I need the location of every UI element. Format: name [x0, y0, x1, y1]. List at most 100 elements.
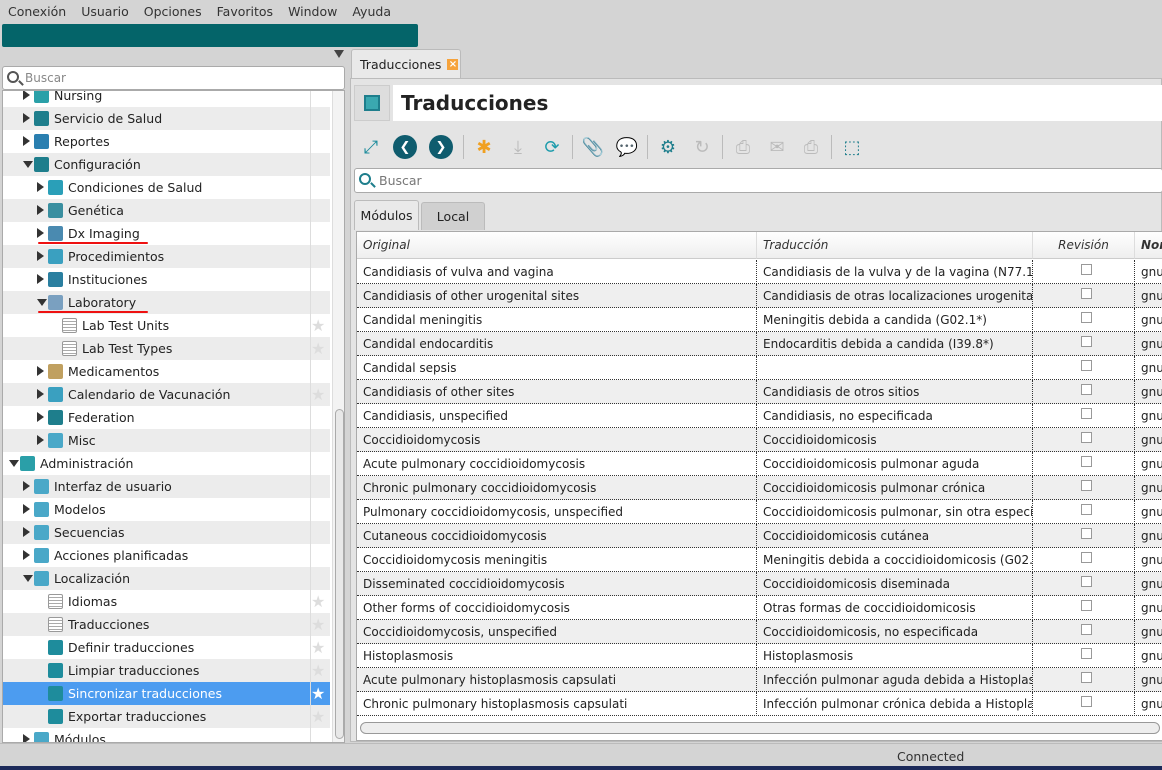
email-icon[interactable]: ✉	[763, 133, 791, 161]
collapse-arrow-icon[interactable]	[23, 161, 33, 168]
menu-favoritos[interactable]: Favoritos	[217, 4, 273, 19]
cell-original[interactable]: Chronic pulmonary coccidioidomycosis	[357, 476, 757, 500]
table-row[interactable]: Chronic pulmonary coccidioidomycosis Cocc…	[357, 476, 1162, 500]
table-row[interactable]: Coccidioidomycosis Coccidioidomicosis gnu	[357, 428, 1162, 452]
cell-original[interactable]: Coccidioidomycosis, unspecified	[357, 620, 757, 644]
column-header-original[interactable]: Original	[357, 232, 757, 259]
expand-arrow-icon[interactable]	[37, 228, 44, 238]
sidebar-item[interactable]: Condiciones de Salud	[3, 176, 330, 199]
table-row[interactable]: Candidal sepsis gnu	[357, 356, 1162, 380]
table-row[interactable]: Coccidioidomycosis meningitis Meningitis …	[357, 548, 1162, 572]
cell-nombre[interactable]: gnu	[1135, 524, 1162, 548]
sidebar-item[interactable]: Procedimientos	[3, 245, 330, 268]
cell-revision[interactable]	[1033, 596, 1135, 620]
sidebar-item[interactable]: Medicamentos	[3, 360, 330, 383]
cell-revision[interactable]	[1033, 548, 1135, 572]
menu-usuario[interactable]: Usuario	[81, 4, 129, 19]
sidebar-item[interactable]: Modelos	[3, 498, 330, 521]
cell-traduccion[interactable]: Coccidioidomicosis cutánea	[757, 524, 1033, 548]
revision-checkbox[interactable]	[1081, 647, 1092, 659]
expand-arrow-icon[interactable]	[23, 91, 30, 100]
open-window-icon[interactable]: ⬚	[838, 133, 866, 161]
expand-arrow-icon[interactable]	[37, 412, 44, 422]
cell-original[interactable]: Other forms of coccidioidomycosis	[357, 596, 757, 620]
sidebar-item[interactable]: Acciones planificadas	[3, 544, 330, 567]
table-row[interactable]: Candidiasis of other urogenital sites Can…	[357, 284, 1162, 308]
revision-checkbox[interactable]	[1081, 551, 1092, 563]
table-row[interactable]: Acute pulmonary coccidioidomycosis Coccid…	[357, 452, 1162, 476]
revision-checkbox[interactable]	[1081, 455, 1092, 467]
cell-revision[interactable]	[1033, 644, 1135, 668]
revision-checkbox[interactable]	[1081, 503, 1092, 515]
cell-revision[interactable]	[1033, 524, 1135, 548]
cell-revision[interactable]	[1033, 500, 1135, 524]
sidebar-item[interactable]: Limpiar traducciones ★	[3, 659, 330, 682]
sidebar-item[interactable]: Genética	[3, 199, 330, 222]
sidebar-item[interactable]: Módulos	[3, 728, 330, 742]
cell-revision[interactable]	[1033, 692, 1135, 716]
sidebar-item[interactable]: Administración	[3, 452, 330, 475]
sidebar-item[interactable]: Sincronizar traducciones ★	[3, 682, 330, 705]
cell-original[interactable]: Acute pulmonary histoplasmosis capsulati	[357, 668, 757, 692]
cell-nombre[interactable]: gnu	[1135, 308, 1162, 332]
column-header-revision[interactable]: Revisión	[1033, 232, 1135, 259]
new-record-icon[interactable]: ✱	[470, 133, 498, 161]
favorite-star-icon[interactable]: ★	[311, 615, 325, 634]
collapse-arrow-icon[interactable]	[23, 575, 33, 582]
expand-arrow-icon[interactable]	[37, 366, 44, 376]
sidebar-item[interactable]: Configuración	[3, 153, 330, 176]
cell-original[interactable]: Candidal endocarditis	[357, 332, 757, 356]
sidebar-item[interactable]: Misc	[3, 429, 330, 452]
cell-traduccion[interactable]: Candidiasis, no especificada	[757, 404, 1033, 428]
table-row[interactable]: Candidal meningitis Meningitis debida a c…	[357, 308, 1162, 332]
cell-revision[interactable]	[1033, 260, 1135, 284]
cell-revision[interactable]	[1033, 332, 1135, 356]
cell-nombre[interactable]: gnu	[1135, 548, 1162, 572]
table-row[interactable]: Histoplasmosis Histoplasmosis gnu	[357, 644, 1162, 668]
cell-traduccion[interactable]: Candidiasis de otros sitios	[757, 380, 1033, 404]
cell-original[interactable]: Candidiasis of other sites	[357, 380, 757, 404]
cell-nombre[interactable]: gnu	[1135, 356, 1162, 380]
expand-arrow-icon[interactable]	[23, 734, 30, 742]
relate-icon[interactable]: ↻	[688, 133, 716, 161]
subtab-local[interactable]: Local	[421, 202, 485, 230]
cell-traduccion[interactable]: Candidiasis de la vulva y de la vagina (…	[757, 260, 1033, 284]
cell-nombre[interactable]: gnu	[1135, 644, 1162, 668]
sidebar-item[interactable]: Reportes	[3, 130, 330, 153]
expand-arrow-icon[interactable]	[37, 435, 44, 445]
cell-original[interactable]: Chronic pulmonary histoplasmosis capsula…	[357, 692, 757, 716]
cell-traduccion[interactable]: Infección pulmonar aguda debida a Histop…	[757, 668, 1033, 692]
expand-arrow-icon[interactable]	[37, 205, 44, 215]
cell-original[interactable]: Candidal sepsis	[357, 356, 757, 380]
table-row[interactable]: Cutaneous coccidioidomycosis Coccidioidom…	[357, 524, 1162, 548]
sidebar-scrollbar[interactable]	[332, 91, 344, 742]
expand-arrow-icon[interactable]	[37, 251, 44, 261]
cell-revision[interactable]	[1033, 404, 1135, 428]
cell-nombre[interactable]: gnu	[1135, 668, 1162, 692]
cell-nombre[interactable]: gnu	[1135, 380, 1162, 404]
revision-checkbox[interactable]	[1081, 383, 1092, 395]
cell-traduccion[interactable]: Infección pulmonar crónica debida a Hist…	[757, 692, 1033, 716]
sidebar-item[interactable]: Localización	[3, 567, 330, 590]
table-row[interactable]: Disseminated coccidioidomycosis Coccidioi…	[357, 572, 1162, 596]
cell-nombre[interactable]: gnu	[1135, 596, 1162, 620]
revision-checkbox[interactable]	[1081, 263, 1092, 275]
expand-arrow-icon[interactable]	[23, 504, 30, 514]
cell-revision[interactable]	[1033, 476, 1135, 500]
cell-original[interactable]: Coccidioidomycosis	[357, 428, 757, 452]
sidebar-item[interactable]: Lab Test Types ★	[3, 337, 330, 360]
subtab-modulos[interactable]: Módulos	[354, 200, 419, 230]
revision-checkbox[interactable]	[1081, 695, 1092, 707]
cell-traduccion[interactable]: Coccidioidomicosis pulmonar, sin otra es…	[757, 500, 1033, 524]
cell-revision[interactable]	[1033, 284, 1135, 308]
cell-revision[interactable]	[1033, 428, 1135, 452]
favorite-star-icon[interactable]: ★	[311, 385, 325, 404]
table-row[interactable]: Candidiasis of other sites Candidiasis de…	[357, 380, 1162, 404]
reload-icon[interactable]: ⟳	[538, 133, 566, 161]
tab-traducciones[interactable]: Traducciones ×	[351, 49, 461, 79]
cell-original[interactable]: Cutaneous coccidioidomycosis	[357, 524, 757, 548]
revision-checkbox[interactable]	[1081, 599, 1092, 611]
expand-arrow-icon[interactable]	[37, 274, 44, 284]
column-header-nombre[interactable]: Nom	[1135, 232, 1162, 259]
cell-nombre[interactable]: gnu	[1135, 620, 1162, 644]
